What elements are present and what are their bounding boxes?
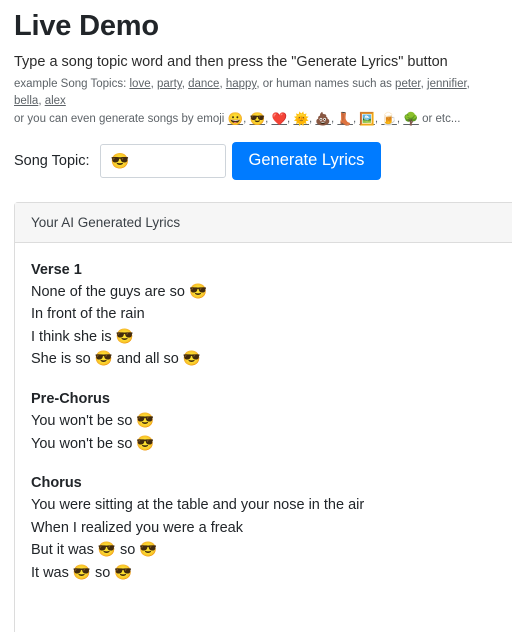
- sun-emoji[interactable]: 🌞: [293, 112, 309, 126]
- header-block: Live Demo Type a song topic word and the…: [0, 0, 512, 128]
- sunglasses-face-emoji[interactable]: 😎: [250, 112, 266, 126]
- example-emoji-links[interactable]: 😀, 😎, ❤️, 🌞, 💩, 👢, 🖼️, 🍺, 🌳: [228, 112, 423, 126]
- framed-picture-emoji[interactable]: 🖼️: [359, 112, 375, 126]
- lyric-line: When I realized you were a freak: [31, 519, 243, 536]
- page-title: Live Demo: [14, 10, 159, 42]
- lyrics-section: Chorus You were sitting at the table and …: [31, 472, 496, 584]
- womans-boot-emoji[interactable]: 👢: [337, 112, 353, 126]
- example-topic-link-dance[interactable]: dance: [188, 78, 219, 90]
- live-demo-page: Live Demo Type a song topic word and the…: [0, 0, 512, 632]
- smiling-face-emoji[interactable]: 😀: [228, 112, 244, 126]
- link-separator: ,: [466, 78, 470, 91]
- song-topic-form: Song Topic: Generate Lyrics: [0, 128, 512, 180]
- example-name-link-peter[interactable]: peter: [395, 78, 421, 90]
- lyric-line: It was 😎 so 😎: [31, 564, 133, 581]
- lyrics-section: Verse 1 None of the guys are so 😎 In front…: [31, 259, 496, 371]
- lyric-line: I think she is 😎: [31, 328, 134, 345]
- examples-mid: , or human names such as: [256, 78, 396, 91]
- pile-of-poo-emoji[interactable]: 💩: [315, 112, 331, 126]
- example-word-links[interactable]: love, party, dance, happy: [130, 78, 257, 90]
- example-topic-link-party[interactable]: party: [157, 78, 182, 90]
- example-topic-link-love[interactable]: love: [130, 78, 151, 90]
- lyric-line: None of the guys are so 😎: [31, 284, 208, 301]
- example-name-link-alex[interactable]: alex: [45, 95, 66, 107]
- red-heart-emoji[interactable]: ❤️: [271, 112, 287, 126]
- lyrics-section: Pre-Chorus You won't be so 😎 You won't be …: [31, 388, 496, 455]
- lyrics-section-title: Pre-Chorus: [31, 390, 110, 407]
- lyric-line: In front of the rain: [31, 306, 145, 323]
- examples-emoji-suffix: or etc...: [422, 112, 461, 125]
- example-name-link-jennifier[interactable]: jennifier: [427, 78, 467, 90]
- song-topic-label: Song Topic:: [14, 152, 90, 169]
- lyric-line: She is so 😎 and all so 😎: [31, 351, 201, 368]
- beer-mug-emoji[interactable]: 🍺: [381, 112, 397, 126]
- example-name-link-bella[interactable]: bella: [14, 95, 38, 107]
- lyrics-card-body: Verse 1 None of the guys are so 😎 In front…: [15, 243, 512, 594]
- examples-emoji-prefix: or you can even generate songs by emoji: [14, 112, 228, 125]
- example-topics: example Song Topics: love, party, dance,…: [14, 76, 498, 127]
- lyric-line: But it was 😎 so 😎: [31, 542, 158, 559]
- lyrics-card-header: Your AI Generated Lyrics: [15, 202, 512, 243]
- lyrics-section-title: Verse 1: [31, 261, 82, 278]
- lyrics-card: Your AI Generated Lyrics Verse 1 None of …: [14, 201, 512, 632]
- song-topic-input[interactable]: [99, 143, 226, 178]
- lyric-line: You were sitting at the table and your n…: [31, 497, 365, 514]
- examples-prefix: example Song Topics:: [14, 78, 130, 91]
- lyric-line: You won't be so 😎: [31, 435, 155, 452]
- lyric-line: You won't be so 😎: [31, 413, 155, 430]
- lyrics-section-title: Chorus: [31, 474, 82, 491]
- instruction-text: Type a song topic word and then press th…: [14, 54, 448, 71]
- tree-emoji[interactable]: 🌳: [403, 112, 419, 126]
- example-topic-link-happy[interactable]: happy: [226, 78, 256, 90]
- generate-lyrics-button[interactable]: Generate Lyrics: [231, 141, 382, 180]
